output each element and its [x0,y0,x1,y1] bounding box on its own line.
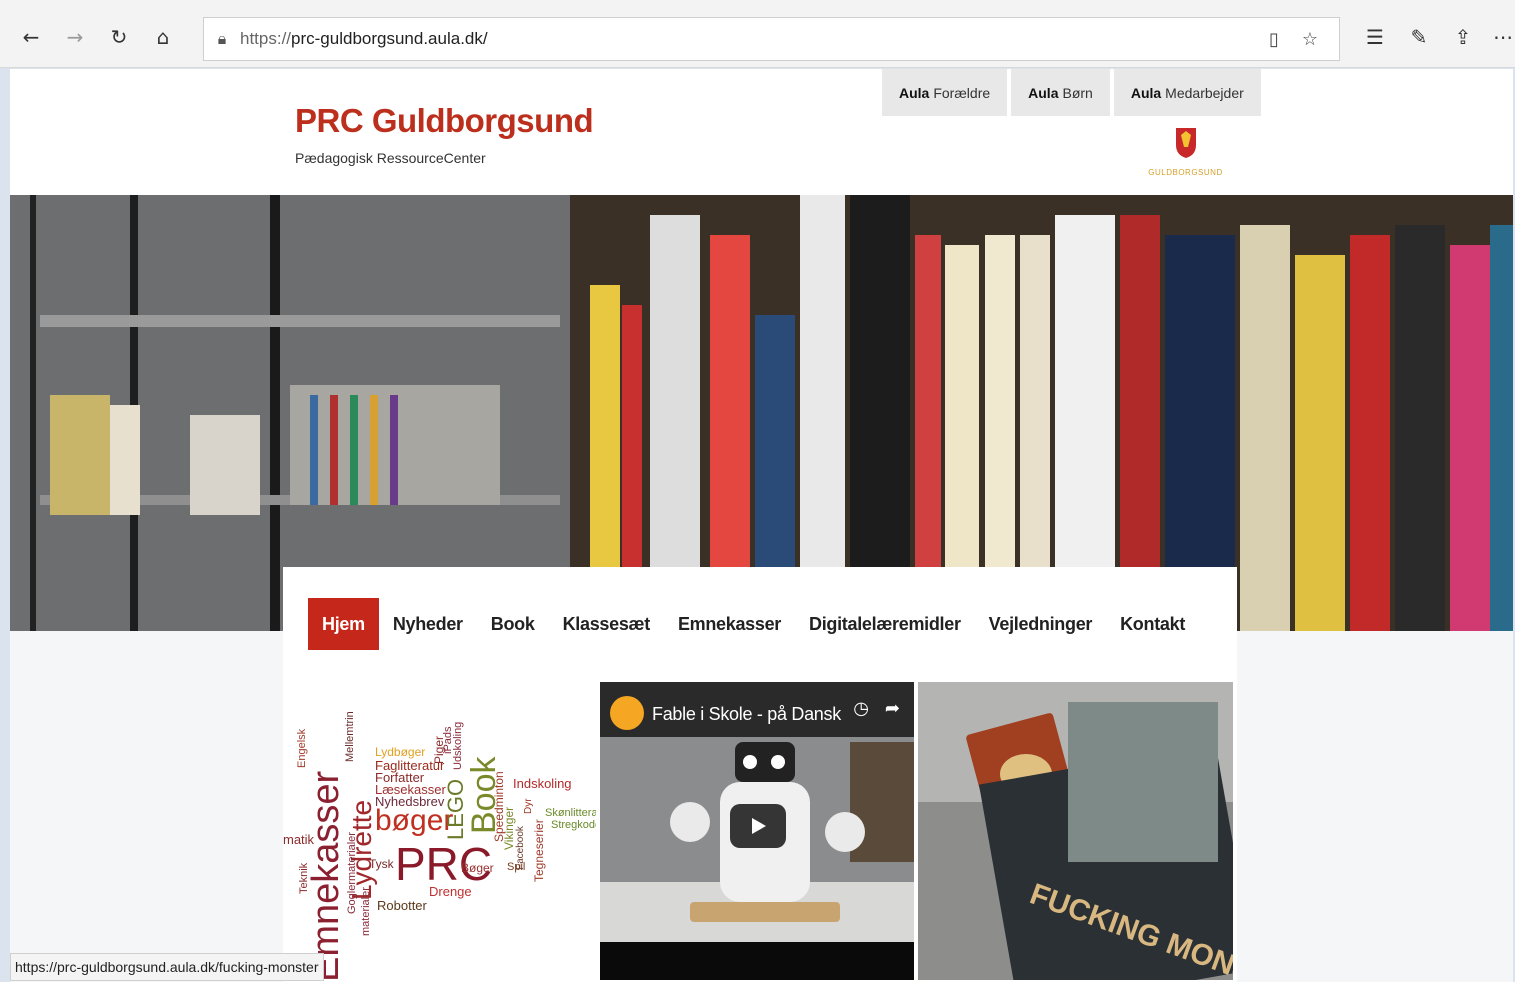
lock-icon: 🔒︎ [217,29,227,48]
share-icon[interactable]: ⇪ [1448,22,1478,52]
channel-logo-icon[interactable] [610,696,644,730]
video-title[interactable]: Fable i Skole - på Dansk [652,704,841,725]
wordcloud-word: Stregkoder [551,819,596,831]
address-url[interactable]: https://prc-guldborgsund.aula.dk/ [240,29,488,49]
aula-portal-tabs: Aula Forældre Aula Børn Aula Medarbejder [882,69,1261,116]
wordcloud-word: Tysk [369,857,395,871]
forward-icon[interactable]: → [60,22,90,52]
shield-icon [1175,128,1196,158]
wordcloud-word: matik [283,832,315,847]
wordcloud-word: Nyhedsbrev [375,794,445,809]
menu-item-kontakt[interactable]: Kontakt [1106,598,1199,650]
content-card: Hjem Nyheder Book Klassesæt Emnekasser D… [283,567,1237,982]
wordcloud-word: Drenge [429,884,472,899]
favorite-star-icon[interactable]: ☆ [1297,26,1323,52]
site-header: PRC Guldborgsund Pædagogisk RessourceCen… [10,69,1513,195]
wordcloud-word: Tegneserier [532,819,546,882]
home-icon[interactable]: ⌂ [148,22,178,52]
favorites-list-icon[interactable]: ☰ [1360,22,1390,52]
wordcloud-image: Emnekasser PRC Book bøger Lydrette LEGO … [283,711,596,980]
menu-item-emnekasser[interactable]: Emnekasser [664,598,795,650]
wordcloud-word: Speedminton [492,771,506,842]
wordcloud-word: Bøger [461,861,494,875]
wordcloud-word: Skønlitteratur [545,807,596,819]
pen-icon[interactable]: ✎ [1404,22,1434,52]
watch-later-icon[interactable]: ◷ [853,698,869,719]
logo-text: GULDBORGSUND [1148,168,1223,177]
wordcloud-word: Engelsk [296,728,308,768]
wordcloud-word: Emnekasser [305,770,347,980]
wordcloud-word: Goglermaterialer [346,832,358,914]
back-icon[interactable]: ← [16,22,46,52]
aula-tab-boern[interactable]: Aula Børn [1011,69,1110,116]
wordcloud-word: Lydbøger [375,745,425,759]
browser-toolbar: ← → ↻ ⌂ 🔒︎ https://prc-guldborgsund.aula… [0,0,1515,68]
wordcloud-word: Dyr [523,798,534,814]
menu-item-vejledninger[interactable]: Vejledninger [975,598,1106,650]
wordcloud-word: Indskoling [513,776,572,791]
menu-item-digitalelaeremidler[interactable]: Digitalelæremidler [795,598,975,650]
play-icon [752,818,766,834]
wordcloud-word: Mellemtrin [344,711,356,762]
menu-item-hjem[interactable]: Hjem [308,598,379,650]
wordcloud-word: Teknik [298,862,310,894]
book-photo: FUCKING MONSTER [918,682,1233,980]
address-bar[interactable]: 🔒︎ https://prc-guldborgsund.aula.dk/ ▯ ☆ [203,17,1340,61]
web-page: PRC Guldborgsund Pædagogisk RessourceCen… [10,69,1513,982]
play-button[interactable] [730,804,786,848]
aula-tab-medarbejder[interactable]: Aula Medarbejder [1113,69,1261,116]
wordcloud-word: iPads [442,726,454,754]
main-menu: Hjem Nyheder Book Klassesæt Emnekasser D… [308,598,1199,650]
wordcloud-word: Robotter [377,898,428,913]
refresh-icon[interactable]: ↻ [104,22,134,52]
aula-tab-foraeldre[interactable]: Aula Forældre [882,69,1008,116]
menu-item-klassesaet[interactable]: Klassesæt [549,598,664,650]
more-icon[interactable]: ⋯ [1488,22,1515,52]
share-arrow-icon[interactable]: ➦ [885,698,900,719]
book-tile[interactable]: FUCKING MONSTER [918,682,1233,980]
menu-item-nyheder[interactable]: Nyheder [379,598,477,650]
site-subtitle: Pædagogisk RessourceCenter [295,150,486,166]
video-tile[interactable]: Fable i Skole - på Dansk ◷ ➦ [600,682,914,980]
status-bar-url: https://prc-guldborgsund.aula.dk/fucking… [10,953,324,981]
site-title[interactable]: PRC Guldborgsund [295,102,594,140]
wordcloud-tile[interactable]: Emnekasser PRC Book bøger Lydrette LEGO … [283,682,596,980]
wordcloud-word: Facebook [515,825,526,870]
menu-item-book[interactable]: Book [477,598,549,650]
reading-view-icon[interactable]: ▯ [1261,26,1287,52]
wordcloud-word: materialer [360,887,372,936]
hero-image [10,195,1513,631]
bookshelf-photo [10,195,1513,631]
municipality-logo[interactable]: GULDBORGSUND [1148,127,1223,177]
video-actions: ◷ ➦ [853,698,900,719]
wordcloud-word: LEGO [443,779,468,840]
